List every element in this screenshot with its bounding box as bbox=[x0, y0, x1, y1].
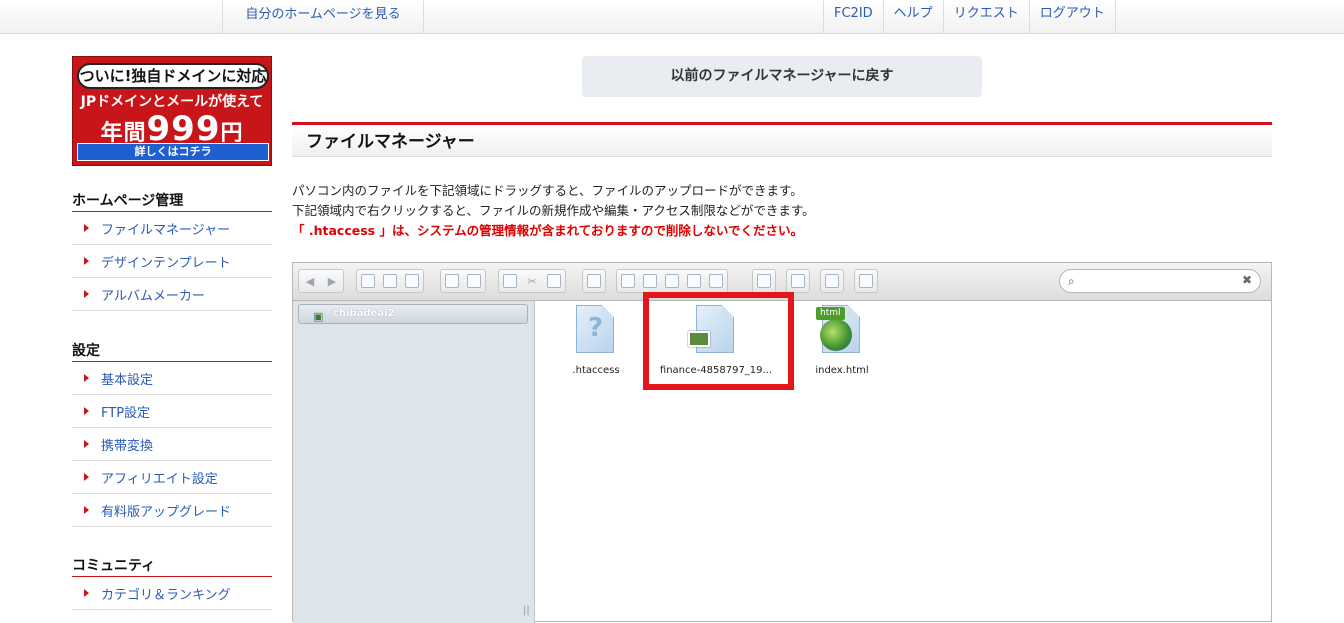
download-icon[interactable] bbox=[463, 270, 485, 292]
duplicate-icon[interactable] bbox=[617, 270, 639, 292]
triangle-icon bbox=[84, 374, 89, 382]
triangle-icon bbox=[84, 589, 89, 597]
forward-arrow-icon[interactable]: ▶ bbox=[321, 270, 343, 292]
tree-node-root[interactable]: ▣ chibadeai2 bbox=[298, 304, 528, 324]
delete-icon[interactable] bbox=[583, 270, 605, 292]
ad-subline: JPドメインとメールが使えて bbox=[80, 94, 264, 110]
paste-icon[interactable] bbox=[543, 270, 565, 292]
back-arrow-icon[interactable]: ◀ bbox=[299, 270, 321, 292]
file-item[interactable]: html index.html bbox=[782, 303, 902, 376]
sidebar-item-basic-settings[interactable]: 基本設定 bbox=[72, 362, 272, 395]
sidebar-section-community: コミュニティ カテゴリ＆ランキング bbox=[72, 553, 272, 610]
cut-icon[interactable]: ✂ bbox=[521, 270, 543, 292]
triangle-icon bbox=[84, 407, 89, 415]
description-line: パソコン内のファイルを下記領域にドラッグすると、ファイルのアップロードができます… bbox=[292, 183, 803, 198]
selection-highlight bbox=[643, 292, 794, 390]
toolbar-group-edit: ✂ bbox=[498, 269, 566, 293]
sidebar-section-title: ホームページ管理 bbox=[72, 188, 272, 212]
clear-search-icon[interactable]: ✖ bbox=[1242, 273, 1252, 287]
sidebar-item-affiliate-settings[interactable]: アフィリエイト設定 bbox=[72, 461, 272, 494]
folder-tree: ▣ chibadeai2 || bbox=[293, 301, 535, 623]
info-icon[interactable] bbox=[787, 270, 809, 292]
request-link[interactable]: リクエスト bbox=[942, 0, 1029, 34]
sidebar-item-album-maker[interactable]: アルバムメーカー bbox=[72, 278, 272, 311]
file-item[interactable]: ? .htaccess bbox=[536, 303, 656, 376]
logout-link[interactable]: ログアウト bbox=[1028, 0, 1116, 34]
domain-ad-banner[interactable]: ついに!独自ドメインに対応 JPドメインとメールが使えて 年間999円 詳しくは… bbox=[72, 56, 272, 166]
sidebar-item-design-template[interactable]: デザインテンプレート bbox=[72, 245, 272, 278]
toolbar-group-view bbox=[752, 269, 776, 293]
search-input[interactable] bbox=[1084, 272, 1234, 290]
help-icon[interactable] bbox=[855, 270, 877, 292]
computer-icon: ▣ bbox=[313, 310, 324, 323]
sidebar-section-title: コミュニティ bbox=[72, 553, 272, 577]
html-file-icon: html bbox=[812, 303, 872, 361]
fc2id-link[interactable]: FC2ID bbox=[823, 0, 883, 34]
triangle-icon bbox=[84, 473, 89, 481]
top-links: FC2ID ヘルプ リクエスト ログアウト bbox=[823, 0, 1116, 34]
upload-icon[interactable] bbox=[379, 270, 401, 292]
sidebar-section-homepage: ホームページ管理 ファイルマネージャー デザインテンプレート アルバムメーカー bbox=[72, 188, 272, 311]
copy-icon[interactable] bbox=[499, 270, 521, 292]
triangle-icon bbox=[84, 506, 89, 514]
triangle-icon bbox=[84, 257, 89, 265]
resize-icon[interactable] bbox=[705, 270, 727, 292]
sidebar-item-mobile-conversion[interactable]: 携帯変換 bbox=[72, 428, 272, 461]
sidebar-item-category-ranking[interactable]: カテゴリ＆ランキング bbox=[72, 577, 272, 610]
ad-headline: ついに!独自ドメインに対応 bbox=[77, 63, 269, 89]
triangle-icon bbox=[84, 290, 89, 298]
lock-icon[interactable] bbox=[821, 270, 843, 292]
toolbar-group-nav: ◀ ▶ bbox=[298, 269, 344, 293]
help-link[interactable]: ヘルプ bbox=[882, 0, 943, 34]
description-line: 下記領域内で右クリックすると、ファイルの新規作成や編集・アクセス制限などができま… bbox=[292, 203, 815, 218]
sidebar-item-ftp-settings[interactable]: FTP設定 bbox=[72, 395, 272, 428]
toolbar-group-open bbox=[440, 269, 486, 293]
triangle-icon bbox=[84, 440, 89, 448]
toolbar-group-file bbox=[356, 269, 424, 293]
sidebar-item-file-manager[interactable]: ファイルマネージャー bbox=[72, 212, 272, 245]
reload-icon[interactable] bbox=[357, 270, 379, 292]
description: パソコン内のファイルを下記領域にドラッグすると、ファイルのアップロードができます… bbox=[292, 181, 815, 241]
top-bar: 自分のホームページを見る FC2ID ヘルプ リクエスト ログアウト bbox=[0, 0, 1344, 34]
toolbar-group-perm bbox=[820, 269, 844, 293]
file-name: .htaccess bbox=[572, 365, 620, 376]
edit-icon[interactable] bbox=[683, 270, 705, 292]
revert-file-manager-button[interactable]: 以前のファイルマネージャーに戻す bbox=[582, 56, 982, 97]
file-name: index.html bbox=[815, 365, 869, 376]
file-search: ⌕ ✖ bbox=[1059, 269, 1261, 293]
triangle-icon bbox=[84, 224, 89, 232]
icons-view-icon[interactable] bbox=[753, 270, 775, 292]
search-icon: ⌕ bbox=[1068, 274, 1075, 288]
toolbar-group-help bbox=[854, 269, 878, 293]
resize-grip[interactable]: || bbox=[523, 605, 530, 616]
sidebar-item-paid-upgrade[interactable]: 有料版アップグレード bbox=[72, 494, 272, 527]
save-icon[interactable] bbox=[401, 270, 423, 292]
sidebar-section-title: 設定 bbox=[72, 338, 272, 362]
toolbar-group-tools bbox=[616, 269, 728, 293]
htaccess-warning: 「 .htaccess 」は、システムの管理情報が含まれておりますので削除しない… bbox=[292, 223, 803, 238]
toolbar-group-delete bbox=[582, 269, 606, 293]
sidebar-section-settings: 設定 基本設定 FTP設定 携帯変換 アフィリエイト設定 有料版アップグレード bbox=[72, 338, 272, 527]
page-title: ファイルマネージャー bbox=[292, 122, 1272, 157]
unknown-file-icon: ? bbox=[566, 303, 626, 361]
ad-cta[interactable]: 詳しくはコチラ bbox=[77, 143, 269, 161]
select-icon[interactable] bbox=[639, 270, 661, 292]
rename-icon[interactable] bbox=[661, 270, 683, 292]
view-homepage-link[interactable]: 自分のホームページを見る bbox=[222, 0, 424, 34]
toolbar-group-info bbox=[786, 269, 810, 293]
open-icon[interactable] bbox=[441, 270, 463, 292]
